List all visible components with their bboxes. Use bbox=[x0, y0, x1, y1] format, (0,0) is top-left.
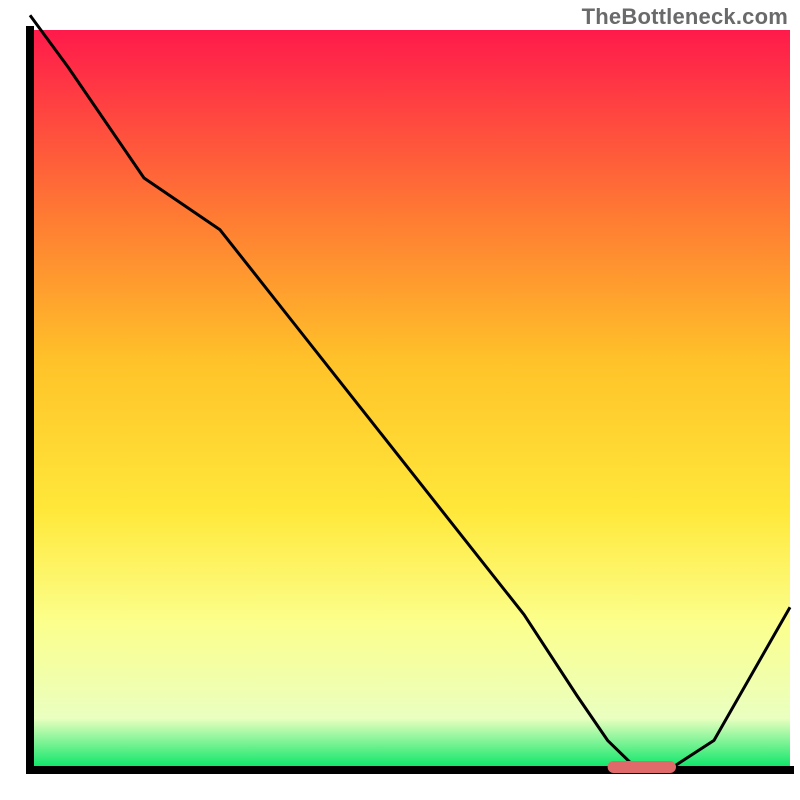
bottleneck-curve-chart bbox=[0, 0, 800, 800]
chart-container: TheBottleneck.com bbox=[0, 0, 800, 800]
optimal-range-marker bbox=[608, 761, 676, 773]
watermark-text: TheBottleneck.com bbox=[582, 4, 788, 30]
gradient-background bbox=[30, 30, 790, 770]
